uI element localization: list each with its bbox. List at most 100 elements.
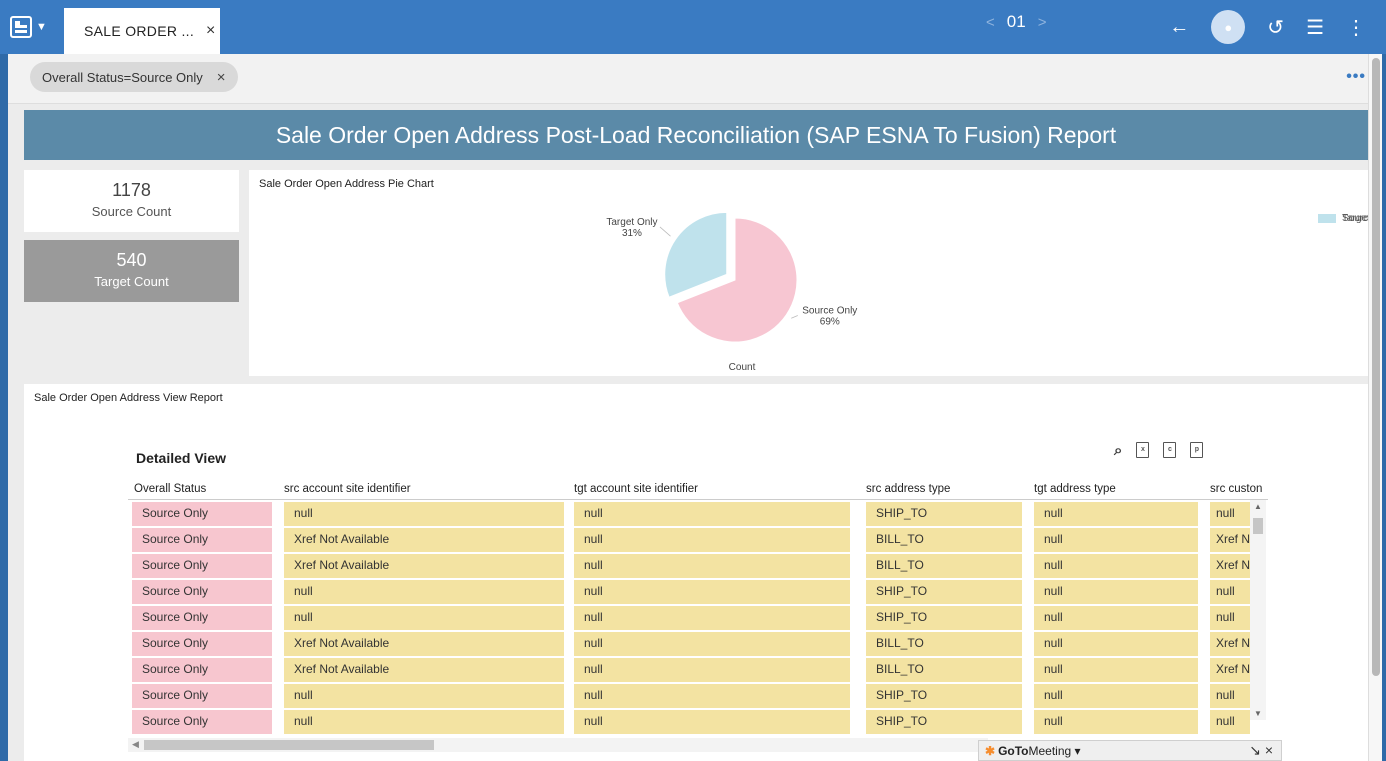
- table-cell: Source Only: [132, 684, 272, 708]
- source-count-value: 1178: [112, 180, 151, 200]
- table-row[interactable]: Source Only null null SHIP_TO null null: [128, 502, 1268, 528]
- page-scroll-thumb[interactable]: [1372, 58, 1380, 676]
- table-row[interactable]: Source Only Xref Not Available null BILL_TO…: [128, 658, 1268, 684]
- column-header[interactable]: src custon: [1210, 483, 1262, 495]
- table-cell: null: [1210, 606, 1250, 630]
- source-count-label: Source Count: [91, 204, 172, 219]
- pie-slice-target-only[interactable]: [664, 211, 728, 298]
- table-cell: null: [1210, 684, 1250, 708]
- table-row[interactable]: Source Only Xref Not Available null BILL_TO…: [128, 554, 1268, 580]
- table-cell: null: [284, 502, 564, 526]
- goto-brand: GoTo: [998, 743, 1029, 758]
- pie-chart: Source Only69% Target Only31% Count: [606, 211, 857, 373]
- kebab-menu-icon[interactable]: ⋮: [1346, 15, 1366, 40]
- table-cell: null: [284, 606, 564, 630]
- table-cell: null: [284, 684, 564, 708]
- table-cell: null: [574, 580, 850, 604]
- export-csv-icon[interactable]: c: [1163, 442, 1177, 458]
- goto-logo-icon: ✱: [985, 743, 996, 758]
- tab-sale-order[interactable]: SALE ORDER ... ×: [64, 8, 220, 54]
- page-next-button[interactable]: >: [1038, 14, 1047, 31]
- table-cell: Xref Not Available: [284, 632, 564, 656]
- table-row[interactable]: Source Only null null SHIP_TO null null: [128, 684, 1268, 710]
- table-cell: BILL_TO: [866, 554, 1022, 578]
- export-excel-icon[interactable]: x: [1136, 442, 1150, 458]
- table-vertical-scrollbar[interactable]: ▲ ▼: [1250, 500, 1266, 720]
- close-icon[interactable]: ×: [206, 22, 216, 40]
- table-cell: null: [1034, 580, 1198, 604]
- pie-slice-percent: 31%: [622, 228, 642, 239]
- table-cell: null: [574, 502, 850, 526]
- pie-slice-label: Source Only: [802, 305, 857, 316]
- table-cell: null: [574, 528, 850, 552]
- goto-brand-rest[interactable]: Meeting ▾: [1029, 744, 1081, 758]
- table-cell: Source Only: [132, 658, 272, 682]
- table-cell: null: [574, 554, 850, 578]
- goto-meeting-bar[interactable]: ✱ GoTo Meeting ▾ ↘ ×: [978, 740, 1282, 761]
- scroll-down-icon[interactable]: ▼: [1254, 709, 1262, 718]
- table-cell: Xref Not Available: [284, 528, 564, 552]
- export-pdf-icon[interactable]: p: [1190, 442, 1204, 458]
- table-cell: Source Only: [132, 554, 272, 578]
- table-row[interactable]: Source Only Xref Not Available null BILL_TO…: [128, 528, 1268, 554]
- column-header[interactable]: tgt account site identifier: [574, 483, 698, 495]
- filter-chip-label: Overall Status=Source Only: [42, 69, 203, 85]
- back-arrow-icon[interactable]: ←: [1169, 16, 1189, 39]
- legend-swatch-target: [1318, 213, 1336, 223]
- table-header: Overall Status src account site identifi…: [128, 480, 1268, 500]
- chart-x-label: Count: [729, 362, 756, 373]
- table-row[interactable]: Source Only Xref Not Available null BILL_TO…: [128, 632, 1268, 658]
- table-row[interactable]: Source Only null null SHIP_TO null null: [128, 606, 1268, 632]
- undo-icon[interactable]: ↺: [1267, 15, 1284, 40]
- table-cell: null: [284, 580, 564, 604]
- table-toolbar: ⌕ x c p: [1114, 442, 1204, 459]
- chevron-down-icon: ▼: [36, 21, 47, 33]
- table-cell: null: [1210, 710, 1250, 734]
- table-cell: Xref N: [1210, 554, 1250, 578]
- table-cell: null: [284, 710, 564, 734]
- column-header[interactable]: Overall Status: [134, 483, 206, 495]
- table-cell: Xref N: [1210, 528, 1250, 552]
- table-row[interactable]: Source Only null null SHIP_TO null null: [128, 580, 1268, 606]
- target-count-label: Target Count: [94, 274, 169, 289]
- page-prev-button[interactable]: <: [986, 14, 995, 31]
- table-cell: Source Only: [132, 632, 272, 656]
- table-cell: null: [1034, 658, 1198, 682]
- scroll-up-icon[interactable]: ▲: [1254, 502, 1262, 511]
- more-options-icon[interactable]: •••: [1346, 68, 1366, 86]
- avatar[interactable]: ●: [1211, 10, 1246, 44]
- table-cell: null: [1034, 710, 1198, 734]
- column-header[interactable]: tgt address type: [1034, 483, 1116, 495]
- goto-controls[interactable]: ↘ ×: [1249, 742, 1273, 759]
- table-cell: null: [1034, 554, 1198, 578]
- app-menu-button[interactable]: ▼: [10, 10, 56, 44]
- column-header[interactable]: src address type: [866, 483, 950, 495]
- scroll-left-icon[interactable]: ◀: [132, 739, 139, 750]
- table-cell: null: [1034, 684, 1198, 708]
- table-horizontal-scrollbar[interactable]: ◀: [128, 738, 988, 752]
- dashboard-canvas: Overall Status=Source Only × ••• Sale Or…: [8, 54, 1382, 761]
- pie-leader-line: [791, 315, 798, 319]
- top-icons: ← ● ↺ ☰ ⋮: [1169, 10, 1366, 44]
- table-cell: Xref N: [1210, 658, 1250, 682]
- page-vertical-scrollbar[interactable]: [1368, 54, 1382, 761]
- dashboard-icon: [10, 16, 32, 38]
- table-cell: null: [1210, 502, 1250, 526]
- search-icon[interactable]: ⌕: [1114, 442, 1122, 459]
- report-title-banner: Sale Order Open Address Post-Load Reconc…: [24, 110, 1368, 160]
- table-cell: Source Only: [132, 502, 272, 526]
- table-cell: null: [1210, 580, 1250, 604]
- column-header[interactable]: src account site identifier: [284, 483, 411, 495]
- page-navigator: < 01 >: [986, 12, 1046, 32]
- table-cell: Xref N: [1210, 632, 1250, 656]
- filter-chip[interactable]: Overall Status=Source Only ×: [30, 62, 238, 92]
- table-row[interactable]: Source Only null null SHIP_TO null null: [128, 710, 1268, 736]
- scroll-thumb[interactable]: [1253, 518, 1263, 534]
- table-cell: null: [1034, 606, 1198, 630]
- pie-slice-label: Target Only: [606, 217, 657, 228]
- table-cell: null: [574, 658, 850, 682]
- list-menu-icon[interactable]: ☰: [1306, 15, 1324, 40]
- scroll-thumb[interactable]: [144, 740, 434, 750]
- remove-filter-icon[interactable]: ×: [217, 69, 226, 86]
- table-cell: null: [574, 606, 850, 630]
